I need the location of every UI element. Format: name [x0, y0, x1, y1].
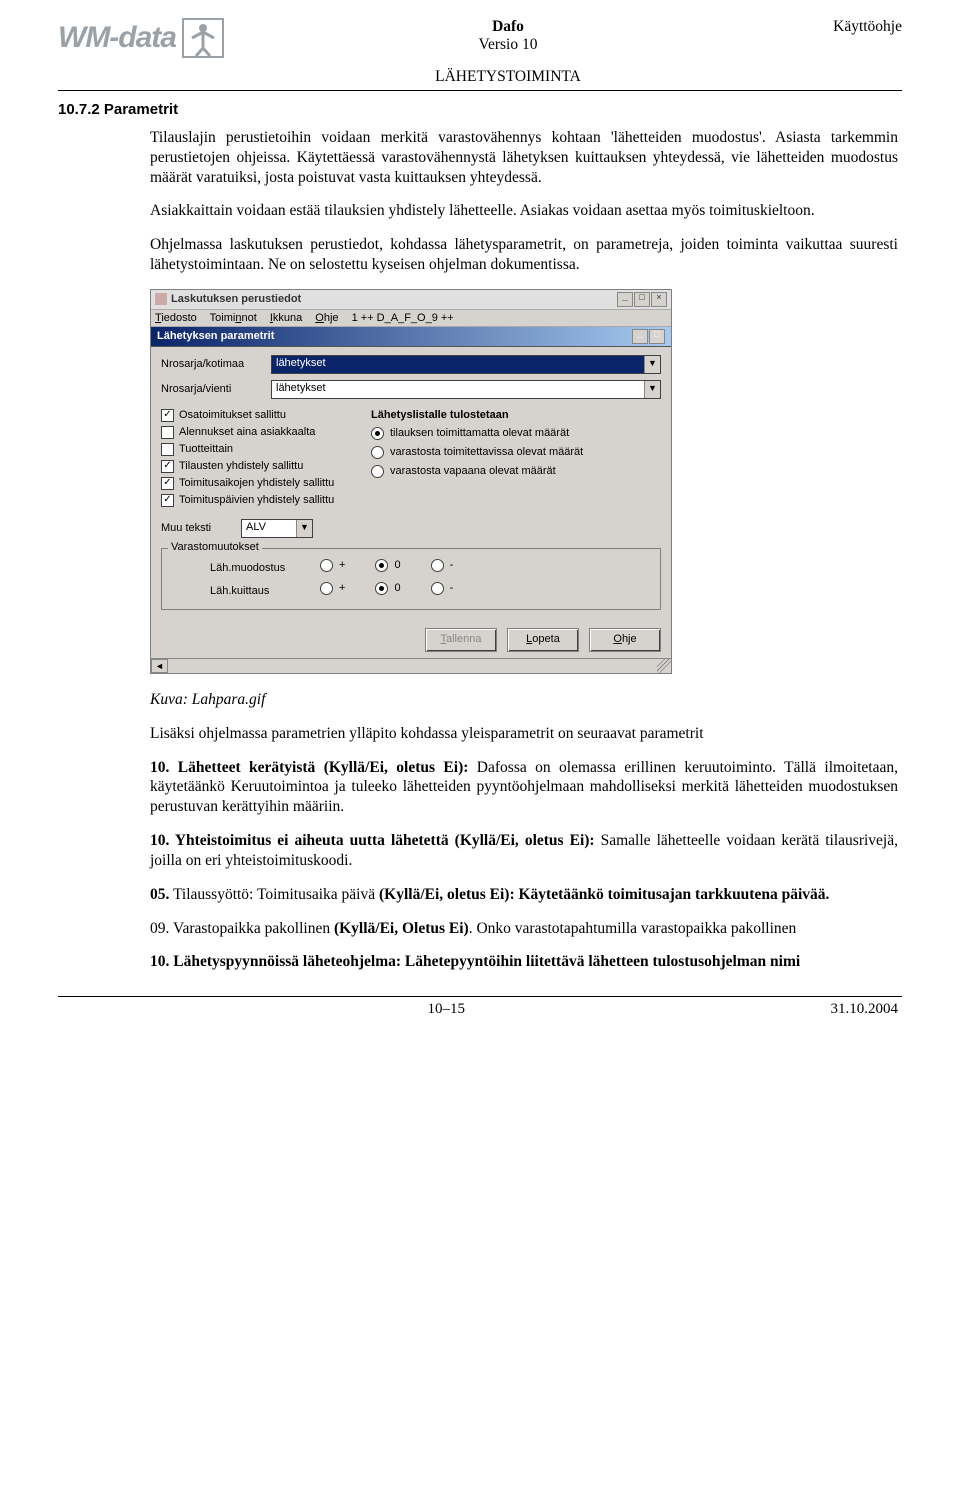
checkbox-row[interactable]: ✓Tilausten yhdistely sallittu [161, 460, 371, 473]
radio-zero[interactable]: 0 [375, 582, 400, 595]
inner-maximize-button[interactable]: □ [649, 329, 665, 344]
varastomuutokset-group: Varastomuutokset Läh.muodostus + 0 - Läh… [161, 548, 661, 610]
outer-window-title: Laskutuksen perustiedot [171, 293, 617, 305]
scroll-track[interactable] [168, 659, 657, 673]
checkbox-row[interactable]: ✓Osatoimitukset sallittu [161, 409, 371, 422]
field-label: Nrosarja/vienti [161, 383, 271, 395]
radio-icon [371, 465, 384, 478]
paragraph: Asiakkaittain voidaan estää tilauksien y… [150, 201, 898, 221]
checkbox-icon [161, 443, 174, 456]
menu-item[interactable]: TTiedostoiedosto [155, 312, 197, 324]
radio-plus[interactable]: + [320, 559, 345, 572]
paragraph: 10. Lähetyspyynnöissä läheteohjelma: Läh… [150, 952, 898, 972]
inner-minimize-button[interactable]: _ [632, 329, 648, 344]
checkbox-icon: ✓ [161, 494, 174, 507]
paragraph: 05. Tilaussyöttö: Toimitusaika päivä (Ky… [150, 885, 898, 905]
checkbox-row[interactable]: Alennukset aina asiakkaalta [161, 426, 371, 439]
radio-minus[interactable]: - [431, 582, 454, 595]
radio-icon [431, 559, 444, 572]
paragraph: Ohjelmassa laskutuksen perustiedot, kohd… [150, 235, 898, 275]
radio-icon [320, 559, 333, 572]
horizontal-scrollbar[interactable]: ◄ [151, 658, 671, 673]
radio-icon [371, 446, 384, 459]
radio-row[interactable]: varastosta toimitettavissa olevat määrät [371, 446, 661, 459]
checkbox-icon [161, 426, 174, 439]
menu-item[interactable]: Ikkuna [270, 312, 302, 324]
minimize-button[interactable]: _ [617, 292, 633, 307]
field-label: Muu teksti [161, 522, 241, 534]
logo: WM-data [58, 18, 224, 58]
fieldset-legend: Varastomuutokset [168, 541, 262, 553]
logo-text: WM-data [58, 21, 176, 55]
checkbox-icon: ✓ [161, 460, 174, 473]
doc-type: Käyttöohje [792, 18, 902, 36]
figure-caption: Kuva: Lahpara.gif [150, 690, 898, 710]
group-heading: Lähetyslistalle tulostetaan [371, 409, 661, 421]
outer-titlebar: Laskutuksen perustiedot _ □ × [151, 290, 671, 310]
checkbox-row[interactable]: ✓Toimituspäivien yhdistely sallittu [161, 494, 371, 507]
paragraph: 09. Varastopaikka pakollinen (Kyllä/Ei, … [150, 919, 898, 939]
radio-icon [371, 427, 384, 440]
menubar: TTiedostoiedosto Toiminnot Ikkuna Ohje 1… [151, 310, 671, 327]
inner-window-title: Lähetyksen parametrit [157, 330, 632, 342]
maximize-button[interactable]: □ [634, 292, 650, 307]
paragraph: Tilauslajin perustietoihin voidaan merki… [150, 128, 898, 187]
chevron-down-icon[interactable]: ▼ [644, 381, 660, 398]
radio-row[interactable]: tilauksen toimittamatta olevat määrät [371, 427, 661, 440]
field-label: Nrosarja/kotimaa [161, 358, 271, 370]
radio-icon [320, 582, 333, 595]
checkbox-icon: ✓ [161, 409, 174, 422]
checkbox-row[interactable]: Tuotteittain [161, 443, 371, 456]
resize-grip-icon[interactable] [657, 659, 671, 673]
quit-button[interactable]: Lopeta [507, 628, 579, 652]
scroll-left-icon[interactable]: ◄ [151, 659, 168, 673]
page-number: 10–15 [428, 1001, 466, 1018]
doc-title: Dafo [224, 18, 792, 36]
logo-icon [182, 18, 224, 58]
radio-minus[interactable]: - [431, 559, 454, 572]
doc-version: Versio 10 [224, 36, 792, 54]
screenshot-window: Laskutuksen perustiedot _ □ × TTiedostoi… [150, 289, 672, 674]
app-icon [155, 293, 167, 305]
menu-item[interactable]: 1 ++ D_A_F_O_9 ++ [352, 312, 454, 324]
inner-titlebar: Lähetyksen parametrit _ □ [151, 327, 671, 347]
field-label: Läh.kuittaus [170, 585, 320, 597]
nrosarja-vienti-combo[interactable]: lähetykset ▼ [271, 380, 661, 399]
field-label: Läh.muodostus [170, 562, 320, 574]
paragraph: 10. Yhteistoimitus ei aiheuta uutta lähe… [150, 831, 898, 871]
paragraph: 10. Lähetteet kerätyistä (Kyllä/Ei, olet… [150, 758, 898, 817]
muu-teksti-combo[interactable]: ALV ▼ [241, 519, 313, 538]
header-divider [58, 90, 902, 91]
radio-icon [375, 559, 388, 572]
radio-plus[interactable]: + [320, 582, 345, 595]
paragraph: Lisäksi ohjelmassa parametrien ylläpito … [150, 724, 898, 744]
doc-section-header: LÄHETYSTOIMINTA [224, 68, 792, 86]
save-button[interactable]: Tallenna [425, 628, 497, 652]
checkbox-row[interactable]: ✓Toimitusaikojen yhdistely sallittu [161, 477, 371, 490]
close-button[interactable]: × [651, 292, 667, 307]
radio-icon [431, 582, 444, 595]
footer-divider [58, 996, 902, 997]
section-heading: 10.7.2 Parametrit [58, 101, 902, 118]
menu-item[interactable]: Ohje [315, 312, 338, 324]
radio-row[interactable]: varastosta vapaana olevat määrät [371, 465, 661, 478]
help-button[interactable]: Ohje [589, 628, 661, 652]
nrosarja-kotimaa-combo[interactable]: lähetykset ▼ [271, 355, 661, 374]
chevron-down-icon[interactable]: ▼ [644, 356, 660, 373]
menu-item[interactable]: Toiminnot [210, 312, 257, 324]
radio-zero[interactable]: 0 [375, 559, 400, 572]
checkbox-icon: ✓ [161, 477, 174, 490]
chevron-down-icon[interactable]: ▼ [296, 520, 312, 537]
radio-icon [375, 582, 388, 595]
footer-date: 31.10.2004 [831, 1001, 899, 1018]
